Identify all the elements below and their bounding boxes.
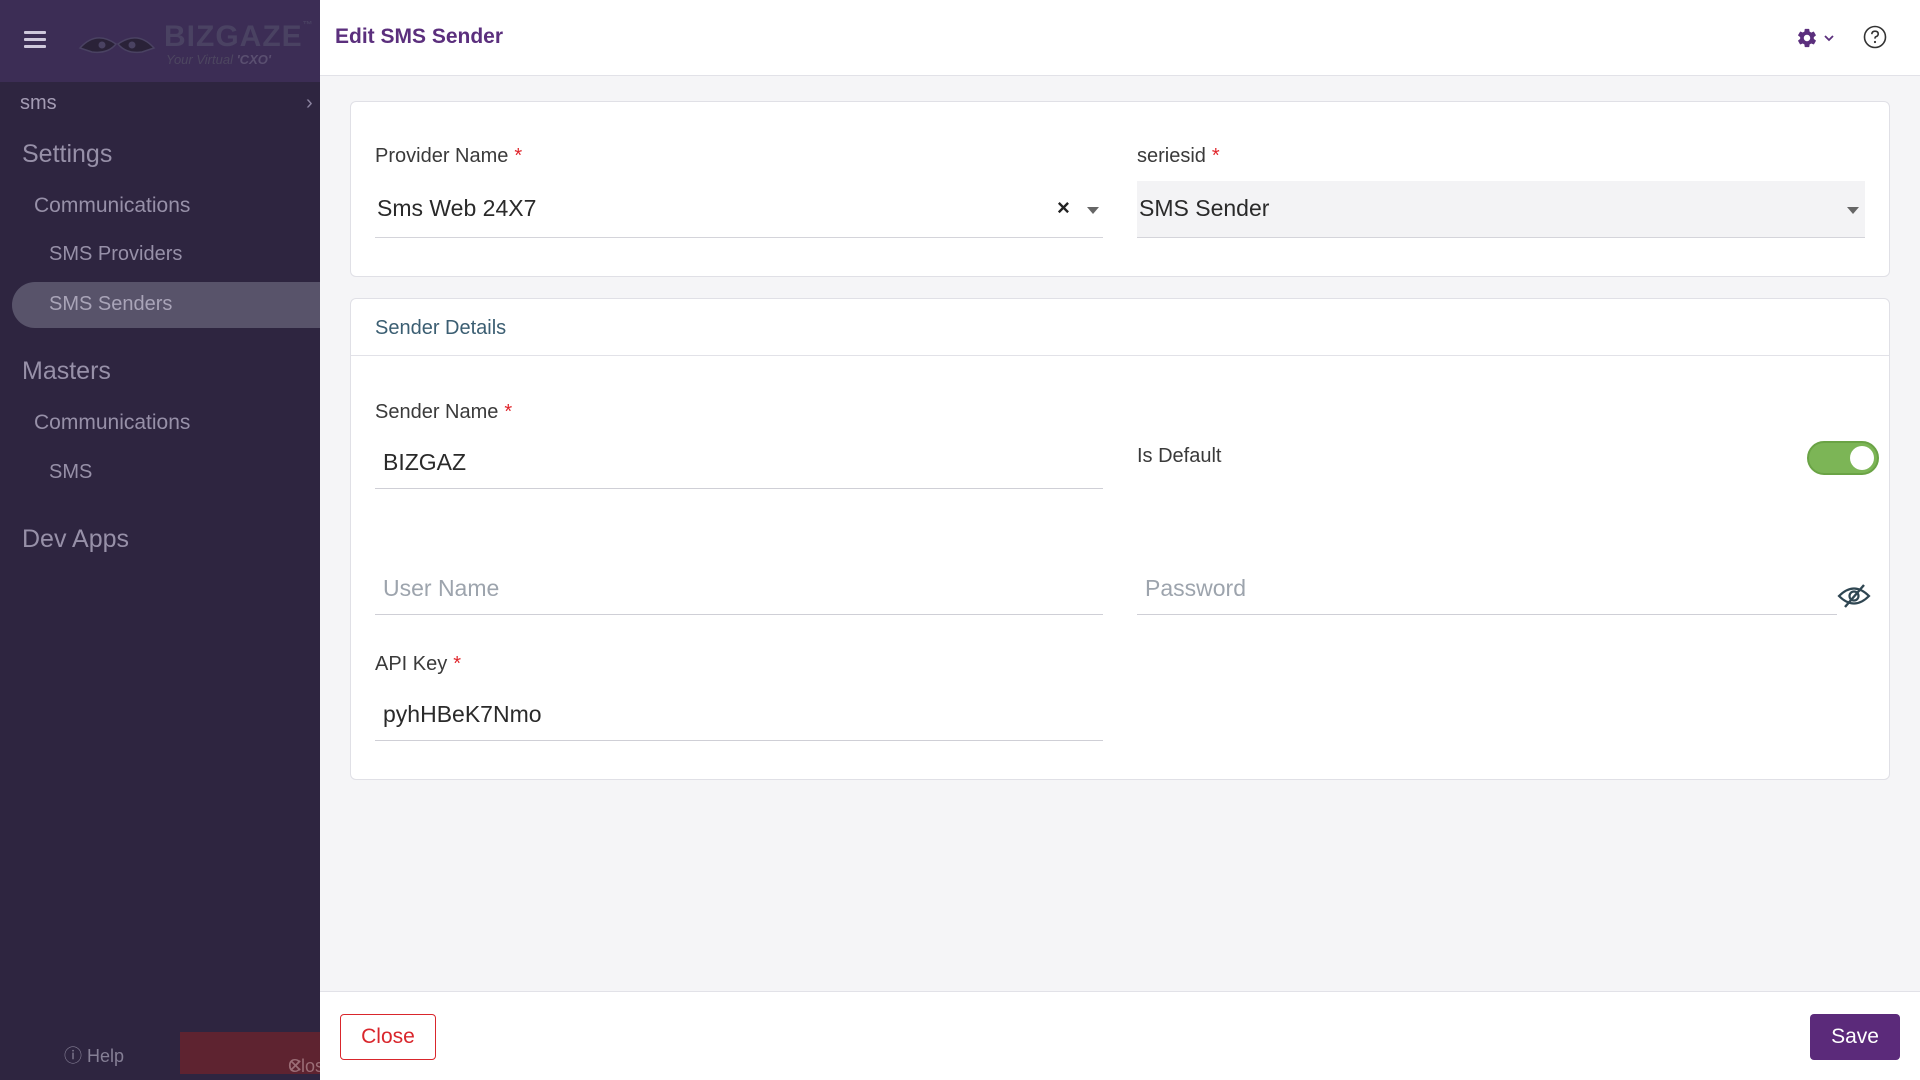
sidebar-item-label: SMS Senders <box>49 293 173 315</box>
sender-name-field[interactable] <box>375 437 1103 489</box>
close-button[interactable]: Close <box>340 1014 436 1060</box>
save-button[interactable]: Save <box>1810 1014 1900 1060</box>
provider-name-select[interactable]: Sms Web 24X7 × <box>375 181 1103 238</box>
password-field[interactable] <box>1137 563 1837 615</box>
sidebar-section-masters[interactable]: Masters <box>22 357 111 386</box>
panel-footer: Close Save <box>320 991 1920 1080</box>
page-title: Edit SMS Sender <box>335 25 504 48</box>
hamburger-menu-icon[interactable] <box>24 31 46 49</box>
seriesid-select[interactable]: SMS Sender <box>1137 181 1865 238</box>
sidebar-item-sms-providers[interactable]: SMS Providers <box>49 243 182 266</box>
sidebar-header: BIZGAZE™ Your Virtual 'CXO' <box>0 0 320 82</box>
user-name-input[interactable] <box>375 563 1103 614</box>
sidebar: BIZGAZE™ Your Virtual 'CXO' sms › Settin… <box>0 0 320 1080</box>
api-key-field[interactable] <box>375 689 1103 741</box>
logo-eyes-icon <box>78 37 156 54</box>
provider-name-value: Sms Web 24X7 <box>377 195 537 221</box>
provider-card: Provider Name * Sms Web 24X7 × seriesid * … <box>350 101 1890 277</box>
sidebar-section-settings[interactable]: Settings <box>22 140 112 169</box>
api-key-input[interactable] <box>375 689 1103 740</box>
seriesid-value: SMS Sender <box>1139 195 1270 221</box>
logo-tagline: Your Virtual 'CXO' <box>166 52 271 67</box>
password-input[interactable] <box>1137 563 1837 614</box>
user-name-field[interactable] <box>375 563 1103 615</box>
question-circle-icon: ⓘ <box>64 1046 82 1066</box>
chevron-down-icon <box>1824 35 1834 42</box>
edit-panel: Edit SMS Sender Provider Name * Sms Web 2… <box>320 0 1920 1080</box>
sidebar-group-communications[interactable]: Communications <box>34 194 190 218</box>
sidebar-help-button[interactable]: ⓘ Help <box>64 1042 124 1068</box>
seriesid-label: seriesid * <box>1137 145 1220 167</box>
logo-brand-text: BIZGAZE™ <box>164 20 314 53</box>
bizgaze-logo: BIZGAZE™ Your Virtual 'CXO' <box>78 16 313 68</box>
settings-menu-button[interactable] <box>1796 24 1840 52</box>
sidebar-breadcrumb[interactable]: sms <box>20 92 57 115</box>
question-circle-icon[interactable] <box>1862 24 1888 50</box>
provider-name-label: Provider Name * <box>375 145 523 167</box>
section-title: Sender Details <box>375 317 507 339</box>
sender-name-input[interactable] <box>375 437 1103 488</box>
toggle-knob <box>1850 446 1874 470</box>
section-divider <box>351 355 1889 356</box>
sidebar-section-dev-apps[interactable]: Dev Apps <box>22 525 129 554</box>
api-key-label: API Key * <box>375 653 462 675</box>
sender-details-card: Sender Details Sender Name* Is Default A… <box>350 298 1890 780</box>
chevron-right-icon[interactable]: › <box>306 92 313 115</box>
is-default-label: Is Default <box>1137 445 1222 467</box>
eye-slash-icon[interactable] <box>1837 583 1871 609</box>
sender-name-label: Sender Name * <box>375 401 513 423</box>
sidebar-close-button[interactable]: ✕ Close <box>180 1032 320 1076</box>
clear-icon[interactable]: × <box>1057 195 1070 221</box>
caret-down-icon[interactable] <box>1087 207 1099 214</box>
panel-header: Edit SMS Sender <box>320 0 1920 76</box>
sidebar-footer: ⓘ Help ✕ Close <box>0 1032 320 1080</box>
is-default-toggle[interactable] <box>1807 441 1879 475</box>
sidebar-group-communications-masters[interactable]: Communications <box>34 411 190 435</box>
gear-icon <box>1798 28 1816 48</box>
sidebar-item-sms[interactable]: SMS <box>49 461 92 484</box>
caret-down-icon[interactable] <box>1847 207 1859 214</box>
